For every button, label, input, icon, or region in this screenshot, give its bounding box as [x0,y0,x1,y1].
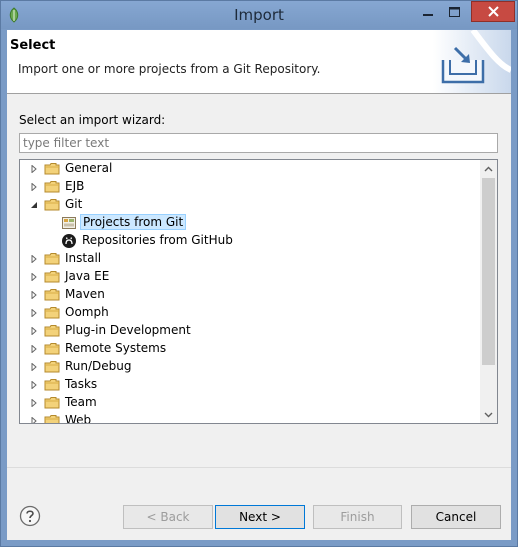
folder-icon [44,397,60,409]
finish-button[interactable]: Finish [313,505,402,529]
tree-category-item[interactable]: Remote Systems [20,340,480,358]
close-icon [487,6,499,17]
button-bar: < Back Next > Finish Cancel [7,467,511,540]
import-dialog: Import Select Import one or more project… [0,0,518,547]
tree-item-label: Tasks [65,377,98,391]
tree-item-label: Maven [65,287,105,301]
collapsed-arrow-icon[interactable] [30,381,38,389]
folder-icon [44,361,60,373]
collapsed-arrow-icon[interactable] [30,417,38,424]
collapsed-arrow-icon[interactable] [30,291,38,299]
collapsed-arrow-icon[interactable] [30,327,38,335]
tree-item-label: Plug-in Development [65,323,191,337]
tree-item-label: Run/Debug [65,359,132,373]
collapsed-arrow-icon[interactable] [30,345,38,353]
collapsed-arrow-icon[interactable] [30,273,38,281]
tree-child-item[interactable]: Repositories from GitHub [20,232,480,250]
tree-category-item[interactable]: Run/Debug [20,358,480,376]
tree-category-item[interactable]: Plug-in Development [20,322,480,340]
maximize-icon [448,6,460,17]
tree-category-item[interactable]: Java EE [20,268,480,286]
page-title: Select [10,38,56,53]
import-wizard-icon [433,30,511,93]
tree-category-item[interactable]: Team [20,394,480,412]
chevron-down-icon [484,412,493,417]
tree-item-label: Projects from Git [80,214,187,230]
collapsed-arrow-icon[interactable] [30,165,38,173]
vertical-scrollbar[interactable] [480,160,497,423]
scroll-thumb[interactable] [482,178,495,365]
expanded-arrow-icon[interactable] [30,201,38,209]
folder-icon [44,253,60,265]
tree-category-item[interactable]: Oomph [20,304,480,322]
collapsed-arrow-icon[interactable] [30,255,38,263]
git-projects-icon [62,217,76,229]
tree-item-label: General [65,161,113,175]
next-button[interactable]: Next > [215,505,305,529]
scroll-down-button[interactable] [480,406,497,423]
tree-item-label: Repositories from GitHub [82,233,233,247]
folder-icon [44,289,60,301]
tree-category-item[interactable]: Git [20,196,480,214]
minimize-icon [423,13,433,16]
folder-icon [44,325,60,337]
folder-icon [44,271,60,283]
dialog-body: Select Import one or more projects from … [7,30,511,540]
tree-item-label: EJB [65,179,85,193]
tree-category-item[interactable]: Web [20,412,480,424]
tree-child-item[interactable]: Projects from Git [20,214,480,232]
back-button[interactable]: < Back [123,505,213,529]
tree-category-item[interactable]: Maven [20,286,480,304]
folder-icon [44,415,60,423]
tree-item-label: Remote Systems [65,341,167,355]
tree-category-item[interactable]: EJB [20,178,480,196]
maximize-button[interactable] [441,1,467,22]
tree-rows: General EJB Git Projects from Git Repositori… [20,160,480,424]
folder-icon [44,343,60,355]
folder-icon [44,307,60,319]
tree-item-label: Java EE [65,269,110,283]
title-bar[interactable]: Import [1,1,517,29]
folder-icon [44,379,60,391]
close-button[interactable] [471,1,515,22]
minimize-button[interactable] [415,1,441,22]
tree-item-label: Install [65,251,102,265]
collapsed-arrow-icon[interactable] [30,183,38,191]
filter-input[interactable] [19,133,498,153]
folder-icon [44,199,60,211]
folder-icon [44,181,60,193]
chevron-up-icon [484,166,493,171]
tree-category-item[interactable]: Tasks [20,376,480,394]
tree-category-item[interactable]: General [20,160,480,178]
tree-category-item[interactable]: Install [20,250,480,268]
wizard-banner: Select Import one or more projects from … [7,30,511,94]
scroll-up-button[interactable] [480,160,497,177]
collapsed-arrow-icon[interactable] [30,309,38,317]
tree-item-label: Web [65,413,92,424]
tree-item-label: Team [65,395,97,409]
tree-item-label: Git [65,197,83,211]
page-description: Import one or more projects from a Git R… [18,62,321,76]
cancel-button[interactable]: Cancel [411,505,501,529]
collapsed-arrow-icon[interactable] [30,399,38,407]
wizard-label: Select an import wizard: [19,113,166,127]
wizard-tree[interactable]: General EJB Git Projects from Git Repositori… [19,159,498,424]
help-icon[interactable] [19,505,41,527]
collapsed-arrow-icon[interactable] [30,363,38,371]
tree-item-label: Oomph [65,305,109,319]
folder-icon [44,163,60,175]
github-icon [62,234,76,248]
